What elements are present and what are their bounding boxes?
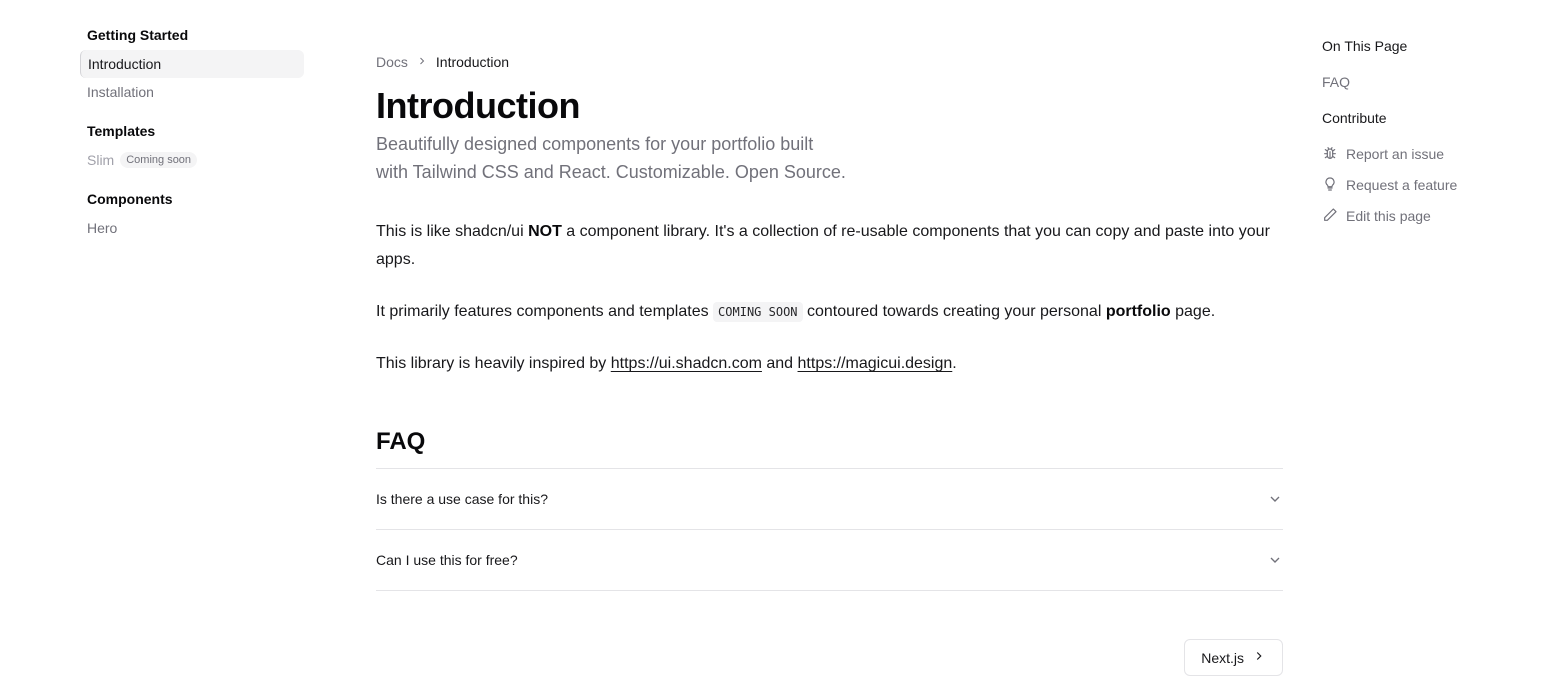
shadcn-link[interactable]: https://ui.shadcn.com [611,355,762,372]
inline-code: COMING SOON [713,302,803,322]
chevron-down-icon [1267,491,1283,507]
edit-page-label: Edit this page [1346,208,1431,224]
next-page-button[interactable]: Next.js [1184,639,1283,676]
contribute-heading: Contribute [1322,110,1387,126]
edit-page-link[interactable]: Edit this page [1322,206,1542,226]
text-segment: This is like shadcn/ui [376,223,529,240]
sidebar-item-installation[interactable]: Installation [80,78,304,106]
toc-heading: On This Page [1322,38,1408,54]
text-segment: page. [1170,303,1216,320]
page-title: Introduction [376,85,580,126]
text-segment: contoured towards creating your personal [802,303,1106,320]
toc-link-faq[interactable]: FAQ [1322,72,1542,92]
sidebar-heading: Templates [87,123,156,139]
request-feature-link[interactable]: Request a feature [1322,175,1542,195]
text-segment: It primarily features components and tem… [376,303,714,320]
faq-item-use-case[interactable]: Is there a use case for this? [376,469,1283,530]
sidebar-item-label: Hero [87,220,118,236]
text-segment: . [952,355,957,372]
text-segment: and [761,355,798,372]
lightbulb-icon [1322,176,1338,195]
page-description: Beautifully designed components for your… [376,130,856,186]
chevron-down-icon [1267,552,1283,568]
faq-accordion: Is there a use case for this? Can I use … [376,468,1283,591]
sidebar-nav: Getting Started Introduction Installatio… [80,24,304,256]
pagination: Next.js [376,639,1283,676]
faq-question: Is there a use case for this? [376,491,548,507]
pencil-icon [1322,207,1338,226]
main-content: Docs Introduction Introduction Beautiful… [376,50,1283,676]
breadcrumb: Docs Introduction [376,50,1283,74]
request-feature-label: Request a feature [1346,177,1458,193]
lead-line-1: Beautifully designed components for your… [376,134,814,154]
sidebar-item-hero[interactable]: Hero [80,214,304,242]
table-of-contents: On This Page FAQ Contribute Report an is… [1322,36,1542,237]
sidebar-heading: Components [87,191,173,207]
bold-text: NOT [528,223,562,240]
sidebar-item-label: Installation [87,84,154,100]
breadcrumb-docs-link[interactable]: Docs [376,54,408,70]
faq-heading: FAQ [376,428,426,455]
features-paragraph: It primarily features components and tem… [376,298,1283,326]
sidebar-item-label: Slim [87,152,115,168]
sidebar-heading: Getting Started [87,27,189,43]
report-issue-label: Report an issue [1346,146,1445,162]
bug-icon [1322,145,1338,164]
lead-line-2: with Tailwind CSS and React. Customizabl… [376,162,846,182]
sidebar-item-slim: Slim Coming soon [80,146,304,174]
faq-question: Can I use this for free? [376,552,518,568]
chevron-right-icon [416,55,428,70]
bold-text: portfolio [1105,303,1171,320]
chevron-right-icon [1252,649,1266,666]
breadcrumb-current: Introduction [435,54,510,70]
sidebar-group-getting-started: Getting Started Introduction Installatio… [80,24,304,106]
text-segment: This library is heavily inspired by [376,355,611,372]
sidebar-item-introduction[interactable]: Introduction [80,50,304,78]
sidebar-item-label: Introduction [88,56,162,72]
intro-paragraph: This is like shadcn/ui NOT a component l… [376,218,1283,274]
docs-page: Getting Started Introduction Installatio… [0,0,1561,699]
magicui-link[interactable]: https://magicui.design [798,355,953,372]
next-page-label: Next.js [1201,649,1244,666]
sidebar-group-components: Components Hero [80,188,304,242]
report-issue-link[interactable]: Report an issue [1322,144,1542,164]
sidebar-group-templates: Templates Slim Coming soon [80,120,304,174]
faq-item-free[interactable]: Can I use this for free? [376,530,1283,591]
inspiration-paragraph: This library is heavily inspired by http… [376,350,1283,378]
coming-soon-badge: Coming soon [120,152,198,168]
